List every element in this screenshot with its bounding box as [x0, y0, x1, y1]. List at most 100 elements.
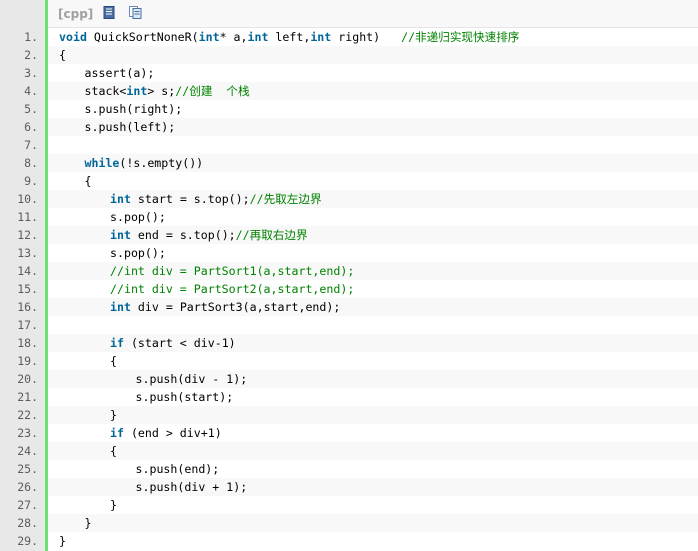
line-code: while(!s.empty()) — [85, 154, 204, 172]
code-line: 5. s.push(right); — [0, 100, 698, 118]
code-token: assert(a); — [84, 66, 155, 80]
code-line: 17. — [0, 316, 698, 334]
code-token: s.push(start); — [135, 390, 234, 404]
code-token: > s; — [147, 84, 176, 98]
line-code: } — [110, 496, 117, 514]
line-background — [48, 514, 698, 532]
line-number: 1. — [24, 30, 38, 44]
code-line: 6. s.push(left); — [0, 118, 698, 136]
code-token: { — [110, 354, 117, 368]
line-code: int start = s.top();//先取左边界 — [110, 190, 322, 208]
line-background — [48, 442, 698, 460]
line-number: 19. — [17, 354, 38, 368]
code-token: s.pop(); — [110, 210, 166, 224]
comment-token: //创建 个栈 — [175, 84, 250, 98]
code-token: { — [59, 48, 66, 62]
keyword-token: int — [247, 30, 269, 44]
code-line: 10. int start = s.top();//先取左边界 — [0, 190, 698, 208]
code-token: left, — [268, 30, 311, 44]
code-line: 23. if (end > div+1) — [0, 424, 698, 442]
code-token: s.push(div - 1); — [135, 372, 248, 386]
code-line: 13. s.pop(); — [0, 244, 698, 262]
code-token: { — [84, 174, 92, 188]
copy-icon[interactable] — [129, 4, 142, 23]
code-line: 16. int div = PartSort3(a,start,end); — [0, 298, 698, 316]
line-number: 20. — [17, 372, 38, 386]
line-code: s.pop(); — [110, 244, 166, 262]
code-line: 26. s.push(div + 1); — [0, 478, 698, 496]
code-line: 27.} — [0, 496, 698, 514]
code-token: s.pop(); — [110, 246, 166, 260]
code-token: s.push(right); — [84, 102, 183, 116]
line-background — [48, 46, 698, 64]
line-number: 27. — [17, 498, 38, 512]
line-number: 21. — [17, 390, 38, 404]
code-line: 28.} — [0, 514, 698, 532]
line-code: s.push(end); — [136, 460, 220, 478]
line-number: 26. — [17, 480, 38, 494]
keyword-token: int — [198, 30, 220, 44]
line-code: int end = s.top();//再取右边界 — [110, 226, 308, 244]
line-code: { — [110, 442, 117, 460]
line-number: 15. — [17, 282, 38, 296]
code-token: } — [110, 408, 117, 422]
keyword-token: void — [59, 30, 87, 44]
code-token: } — [59, 534, 66, 548]
line-number: 11. — [17, 210, 38, 224]
code-line: 9. { — [0, 172, 698, 190]
line-code: { — [110, 352, 117, 370]
code-line: 22.} — [0, 406, 698, 424]
line-background — [48, 352, 698, 370]
line-code: s.push(left); — [85, 118, 176, 136]
line-number: 22. — [17, 408, 38, 422]
code-line: 25. s.push(end); — [0, 460, 698, 478]
code-token: div = PartSort3(a,start,end); — [130, 300, 341, 314]
keyword-token: if — [110, 336, 124, 350]
keyword-token: int — [110, 192, 131, 206]
code-line: 8. while(!s.empty()) — [0, 154, 698, 172]
line-code: s.push(start); — [136, 388, 234, 406]
line-code: assert(a); — [85, 64, 155, 82]
code-line: 4. stack<int> s;//创建 个栈 — [0, 82, 698, 100]
line-code: //int div = PartSort2(a,start,end); — [110, 280, 354, 298]
keyword-token: int — [110, 300, 131, 314]
line-background — [48, 406, 698, 424]
line-number: 29. — [17, 534, 38, 548]
line-code: int div = PartSort3(a,start,end); — [110, 298, 340, 316]
line-number: 13. — [17, 246, 38, 260]
code-line: 29.} — [0, 532, 698, 550]
code-line: 11. s.pop(); — [0, 208, 698, 226]
code-line: 1. void QuickSortNoneR(int* a,int left,in… — [0, 28, 698, 46]
line-code: { — [85, 172, 92, 190]
code-token: QuickSortNoneR( — [86, 30, 199, 44]
code-toolbar: [cpp] — [48, 0, 698, 28]
line-code: s.pop(); — [110, 208, 166, 226]
language-label: [cpp] — [58, 6, 94, 21]
line-number: 16. — [17, 300, 38, 314]
code-line: 19. { — [0, 352, 698, 370]
code-token: s.push(div + 1); — [135, 480, 248, 494]
code-token: end = s.top(); — [130, 228, 236, 242]
code-line: 14. //int div = PartSort1(a,start,end); — [0, 262, 698, 280]
code-token: start = s.top(); — [130, 192, 250, 206]
line-number: 2. — [24, 48, 38, 62]
comment-token: //先取左边界 — [249, 192, 322, 206]
line-code: stack<int> s;//创建 个栈 — [85, 82, 250, 100]
code-token: (start < div-1) — [123, 336, 236, 350]
code-line: 7. — [0, 136, 698, 154]
code-line: 12. int end = s.top();//再取右边界 — [0, 226, 698, 244]
line-code: } — [85, 514, 92, 532]
code-line: 21. s.push(start); — [0, 388, 698, 406]
line-background — [48, 532, 698, 550]
code-token: { — [110, 444, 117, 458]
line-code: } — [59, 532, 66, 550]
keyword-token: while — [84, 156, 120, 170]
code-token: s.push(left); — [84, 120, 176, 134]
line-background — [48, 136, 698, 154]
view-plain-icon[interactable] — [103, 4, 115, 23]
line-background — [48, 496, 698, 514]
line-code: } — [110, 406, 117, 424]
line-number: 5. — [24, 102, 38, 116]
line-number: 14. — [17, 264, 38, 278]
line-number: 10. — [17, 192, 38, 206]
